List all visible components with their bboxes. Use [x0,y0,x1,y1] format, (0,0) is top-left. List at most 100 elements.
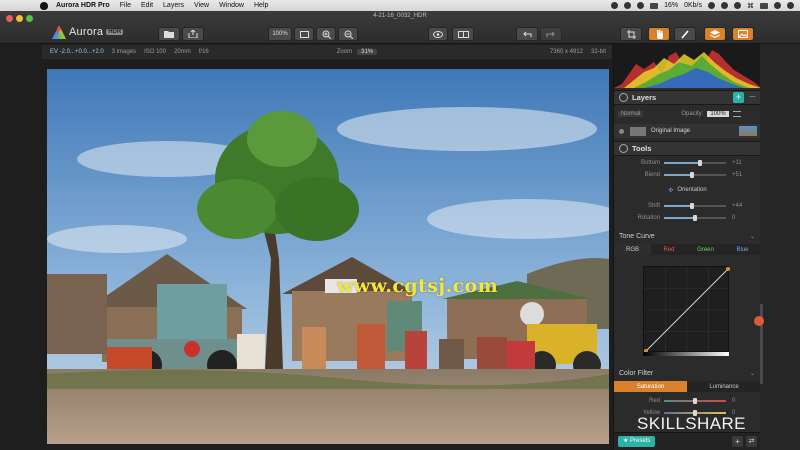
slider-value[interactable]: +51 [732,172,752,178]
status-area: 16% 0Kb/s ⌘ [611,2,794,10]
notification-icon[interactable] [787,2,794,9]
menu-bar: Aurora HDR Pro File Edit Layers View Win… [0,0,800,11]
rotation-slider[interactable] [664,215,726,221]
presets-panel-button[interactable] [732,27,754,41]
color-filter-title: Color Filter [619,370,654,377]
slider-value[interactable]: +11 [732,160,752,166]
tab-luminance[interactable]: Luminance [687,381,761,392]
image-dimensions: 7360 x 4912 [549,49,583,55]
hand-icon [656,29,663,39]
layer-visibility-icon[interactable] [619,128,624,134]
slider-label: Shift [647,203,660,209]
slider-knob[interactable] [697,160,702,166]
tab-red[interactable]: Red [651,244,687,255]
crop-icon [626,29,636,39]
brush-tool-button[interactable] [674,27,696,41]
menu-help[interactable]: Help [254,2,268,9]
ev-range: EV -2.0...+0.0...+2.0 [50,49,104,55]
curve-point[interactable] [726,267,730,271]
blend-mode-select[interactable]: Normal [618,111,644,117]
scroll-indicator[interactable] [754,316,764,326]
aurora-logo-icon [52,25,66,39]
layer-menu-icon[interactable] [732,111,741,117]
preview-button[interactable] [428,27,448,41]
menu-file[interactable]: File [120,2,131,9]
sync-button[interactable]: ⇄ [746,436,757,447]
tools-header[interactable]: Tools [614,141,761,156]
battery-icon[interactable] [650,2,659,9]
slider-row: Shift +44 [614,200,761,212]
shift-slider[interactable] [664,203,726,209]
slider-knob[interactable] [689,172,694,178]
share-button[interactable] [182,27,204,41]
slider-value[interactable]: 0 [732,215,752,221]
tab-rgb[interactable]: RGB [614,244,651,255]
slider-value[interactable]: +44 [732,203,752,209]
presets-button[interactable]: ★ Presets [618,436,656,447]
chevron-down-icon[interactable]: ⌄ [750,233,755,240]
chevron-down-icon[interactable]: ⌄ [750,370,755,377]
color-filter-header[interactable]: Color Filter ⌄ [614,367,761,380]
red-slider[interactable] [664,398,726,404]
status-icon[interactable] [637,2,645,9]
status-icon[interactable] [611,2,619,9]
layers-icon [710,30,720,38]
redo-button[interactable] [540,27,562,41]
tab-blue[interactable]: Blue [724,244,761,255]
skillshare-overlay: SKILLSHARE [637,414,746,433]
search-icon[interactable] [774,2,781,9]
blend-slider[interactable] [664,172,726,178]
wifi-icon[interactable] [760,2,768,9]
zoom-dropdown[interactable]: 31% [357,49,378,55]
slider-knob[interactable] [689,203,694,209]
tab-saturation[interactable]: Saturation [614,381,687,392]
open-button[interactable] [158,27,180,41]
zoom-in-icon [322,30,331,39]
tone-curve-editor[interactable] [643,266,730,353]
apple-icon[interactable] [40,1,48,10]
menu-window[interactable]: Window [219,2,244,9]
opacity-input[interactable]: 100% [707,111,729,117]
add-preset-button[interactable]: + [732,436,743,447]
menu-app[interactable]: Aurora HDR Pro [56,2,110,9]
status-icon[interactable] [734,2,741,9]
crop-tool-button[interactable] [620,27,642,41]
photo-canvas[interactable]: www.cgtsj.com [47,69,609,444]
undo-button[interactable] [516,27,538,41]
slider-knob[interactable] [693,398,697,404]
hand-tool-button[interactable] [648,27,670,41]
status-icon[interactable] [708,2,715,9]
menu-layers[interactable]: Layers [163,2,184,9]
menu-edit[interactable]: Edit [141,2,153,9]
hdr-photo [47,69,609,444]
layers-panel-button[interactable] [704,27,726,41]
fit-screen-button[interactable] [294,27,314,41]
curve-gradient-bar [643,352,729,356]
layer-row[interactable]: Original Image [614,124,761,138]
tone-curve-tabs: RGB Red Green Blue [614,244,761,255]
orientation-label: Orientation [677,187,707,193]
zoom-100-button[interactable]: 100% [268,27,292,41]
layer-options-button[interactable]: — [747,92,758,103]
battery-percent: 16% [664,2,679,9]
status-icon[interactable] [624,2,632,9]
slider-value[interactable]: 0 [732,398,752,404]
add-layer-button[interactable]: + [733,92,744,103]
compare-button[interactable] [452,27,474,41]
bottom-slider[interactable] [664,160,726,166]
slider-knob[interactable] [693,215,697,221]
share-icon [188,30,198,38]
layers-header[interactable]: Layers + — [614,90,761,105]
slider-row: Rotation 0 [614,212,761,224]
menu-view[interactable]: View [194,2,209,9]
tab-label: Red [663,246,675,253]
command-icon[interactable]: ⌘ [747,2,754,10]
status-icon[interactable] [721,2,728,9]
tools-section-icon [619,144,628,153]
slider-label: Red [648,398,660,404]
zoom-in-button[interactable] [316,27,336,41]
zoom-out-button[interactable] [338,27,358,41]
tone-curve-header[interactable]: Tone Curve ⌄ [614,230,761,243]
tab-green[interactable]: Green [687,244,724,255]
focal-length: 20mm [174,49,191,55]
